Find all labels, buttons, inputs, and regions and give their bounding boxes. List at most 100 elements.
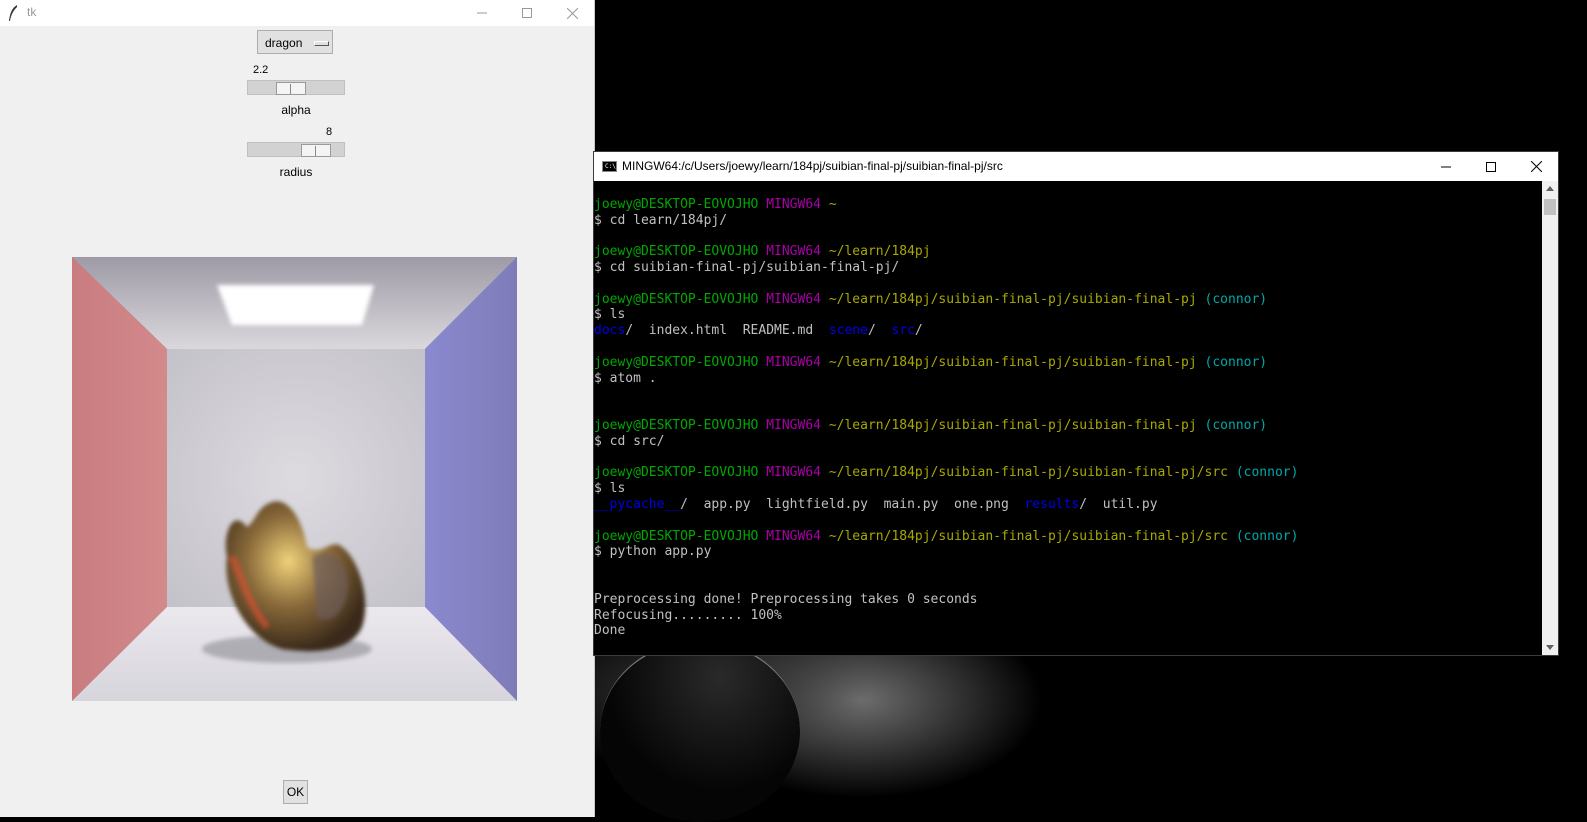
- terminal-line: joewy@DESKTOP-EOVOJHO MINGW64 ~/learn/18…: [594, 465, 1542, 481]
- radius-slider-thumb[interactable]: [301, 144, 331, 157]
- terminal-text-segment: joewy@DESKTOP-EOVOJHO: [594, 417, 759, 433]
- minimize-icon: [477, 12, 487, 14]
- terminal-text-segment: joewy@DESKTOP-EOVOJHO: [594, 291, 759, 307]
- minimize-button[interactable]: [459, 0, 505, 26]
- terminal-text-segment: MINGW64: [766, 417, 821, 433]
- terminal-line: $ cd src/: [594, 434, 1542, 450]
- terminal-text-segment: scene: [828, 323, 868, 339]
- terminal-text-segment: (connor): [1204, 417, 1268, 433]
- terminal-text-segment: $ cd suibian-final-pj/suibian-final-pj/: [594, 259, 900, 275]
- terminal-text-segment: results: [1024, 496, 1080, 512]
- terminal-maximize-button[interactable]: [1468, 152, 1514, 181]
- terminal-line: $ ls: [594, 481, 1542, 497]
- terminal-line: joewy@DESKTOP-EOVOJHO MINGW64 ~: [594, 197, 1542, 213]
- terminal-text-segment: Refocusing......... 100%: [594, 607, 782, 623]
- ok-button[interactable]: OK: [283, 780, 308, 804]
- tk-window: tk dragon 2.2 alpha 8 radius OK: [0, 0, 595, 817]
- terminal-window: C:\ MINGW64:/c/Users/joewy/learn/184pj/s…: [593, 151, 1559, 656]
- alpha-slider[interactable]: [247, 80, 345, 95]
- terminal-text-segment: $ cd src/: [594, 433, 665, 449]
- terminal-line: joewy@DESKTOP-EOVOJHO MINGW64 ~/learn/18…: [594, 529, 1542, 545]
- terminal-text-segment: (connor): [1204, 291, 1268, 307]
- dropdown-indicator-icon: [314, 41, 329, 46]
- feather-icon: [9, 5, 17, 21]
- terminal-line: Preprocessing done! Preprocessing takes …: [594, 592, 1542, 608]
- terminal-text-segment: ~/learn/184pj/suibian-final-pj/suibian-f…: [828, 354, 1197, 370]
- terminal-text-segment: ~/learn/184pj: [828, 244, 931, 260]
- terminal-text-segment: / util.py: [1079, 496, 1158, 512]
- terminal-line: $ atom .: [594, 371, 1542, 387]
- window-title: tk: [27, 5, 37, 19]
- terminal-text-segment: (connor): [1235, 528, 1299, 544]
- scroll-up-icon[interactable]: [1546, 186, 1554, 191]
- terminal-text-segment: ~/learn/184pj/suibian-final-pj/suibian-f…: [828, 465, 1228, 481]
- terminal-text-segment: (connor): [1235, 465, 1299, 481]
- terminal-text-segment: Done: [594, 623, 626, 639]
- terminal-text-segment: ~/learn/184pj/suibian-final-pj/suibian-f…: [828, 528, 1228, 544]
- terminal-text-segment: MINGW64: [766, 528, 821, 544]
- terminal-text-segment: joewy@DESKTOP-EOVOJHO: [594, 244, 759, 260]
- terminal-line: docs/ index.html README.md scene/ src/: [594, 323, 1542, 339]
- terminal-line: $ ls: [594, 307, 1542, 323]
- terminal-text-segment: joewy@DESKTOP-EOVOJHO: [594, 465, 759, 481]
- maximize-icon: [522, 8, 532, 18]
- terminal-line: Done: [594, 623, 1542, 639]
- maximize-button[interactable]: [504, 0, 550, 26]
- terminal-scrollbar[interactable]: [1542, 181, 1558, 655]
- dropdown-value: dragon: [265, 36, 303, 50]
- terminal-text-segment: /: [914, 323, 923, 339]
- terminal-close-button[interactable]: [1513, 152, 1559, 181]
- terminal-text-segment: $ ls: [594, 307, 626, 323]
- close-button[interactable]: [549, 0, 595, 26]
- terminal-text-segment: joewy@DESKTOP-EOVOJHO: [594, 528, 759, 544]
- scroll-down-icon[interactable]: [1546, 645, 1554, 650]
- terminal-title: MINGW64:/c/Users/joewy/learn/184pj/suibi…: [622, 159, 1003, 173]
- wallpaper-shape: [600, 640, 800, 822]
- terminal-text-segment: ~/learn/184pj/suibian-final-pj/suibian-f…: [828, 291, 1197, 307]
- terminal-line: joewy@DESKTOP-EOVOJHO MINGW64 ~/learn/18…: [594, 355, 1542, 371]
- radius-label: radius: [279, 165, 313, 179]
- alpha-slider-thumb[interactable]: [276, 82, 306, 95]
- radius-slider[interactable]: [247, 142, 345, 157]
- maximize-icon: [1486, 161, 1496, 172]
- terminal-output[interactable]: joewy@DESKTOP-EOVOJHO MINGW64 ~ $ cd lear…: [594, 181, 1542, 655]
- terminal-minimize-button[interactable]: [1423, 152, 1469, 181]
- terminal-text-segment: docs: [594, 323, 626, 339]
- terminal-titlebar[interactable]: C:\ MINGW64:/c/Users/joewy/learn/184pj/s…: [594, 152, 1558, 181]
- terminal-text-segment: $ python app.py: [594, 544, 712, 560]
- scene-dropdown[interactable]: dragon: [257, 30, 333, 54]
- terminal-text-segment: MINGW64: [766, 354, 821, 370]
- scrollbar-thumb[interactable]: [1544, 199, 1556, 215]
- terminal-line: $ python app.py: [594, 544, 1542, 560]
- terminal-text-segment: MINGW64: [766, 291, 821, 307]
- terminal-text-segment: / app.py lightfield.py main.py one.png: [680, 496, 1025, 512]
- terminal-icon: C:\: [602, 161, 617, 172]
- terminal-text-segment: (connor): [1204, 354, 1268, 370]
- terminal-text-segment: /: [867, 323, 892, 339]
- terminal-text-segment: $ ls: [594, 481, 626, 497]
- terminal-text-segment: MINGW64: [766, 244, 821, 260]
- terminal-line: $ cd suibian-final-pj/suibian-final-pj/: [594, 260, 1542, 276]
- terminal-text-segment: $ atom .: [594, 370, 657, 386]
- tk-titlebar[interactable]: tk: [0, 0, 594, 26]
- terminal-line: joewy@DESKTOP-EOVOJHO MINGW64 ~/learn/18…: [594, 292, 1542, 308]
